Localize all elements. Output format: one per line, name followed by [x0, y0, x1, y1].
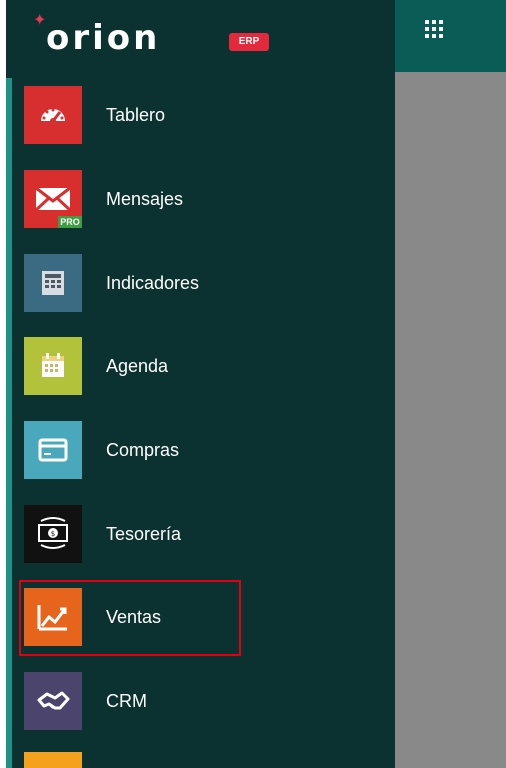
menu-item-crm[interactable]: CRM: [24, 672, 384, 730]
credit-card-icon: [24, 421, 82, 479]
top-bar: [395, 0, 506, 72]
sidebar-accent-edge: [6, 78, 12, 768]
spark-icon: ✦: [33, 12, 47, 29]
menu-item-indicadores[interactable]: Indicadores: [24, 254, 384, 312]
cash-icon: $: [24, 505, 82, 563]
apps-grid-icon[interactable]: [425, 20, 443, 38]
menu-label: Mensajes: [106, 189, 184, 209]
menu-item-compras[interactable]: Compras: [24, 421, 384, 479]
content-area: [395, 72, 506, 768]
handshake-icon: [24, 672, 82, 730]
menu-label: Agenda: [106, 356, 169, 376]
menu-item-tablero[interactable]: Tablero: [24, 86, 384, 144]
partial-menu-tile: [24, 752, 82, 768]
menu-label: Tesorería: [106, 524, 182, 544]
speedometer-icon: [24, 86, 82, 144]
monitor-icon: [24, 254, 82, 312]
svg-text:$: $: [51, 530, 55, 538]
app-window: ✦ orion ERP Tablero PRO Mensajes Indicad…: [0, 0, 506, 768]
menu-label: CRM: [106, 691, 147, 711]
menu-label: Tablero: [106, 105, 166, 125]
menu-item-mensajes[interactable]: PRO Mensajes: [24, 170, 384, 228]
menu-item-agenda[interactable]: Agenda: [24, 337, 384, 395]
calendar-icon: [24, 337, 82, 395]
menu-item-tesoreria[interactable]: $ Tesorería: [24, 505, 384, 563]
pro-badge: PRO: [58, 216, 82, 228]
brand-badge: ERP: [229, 33, 269, 51]
brand-name: orion: [46, 18, 161, 58]
selection-highlight: [19, 580, 241, 656]
brand-logo[interactable]: ✦ orion ERP: [6, 0, 395, 74]
menu-label: Compras: [106, 440, 180, 460]
menu-label: Indicadores: [106, 273, 200, 293]
